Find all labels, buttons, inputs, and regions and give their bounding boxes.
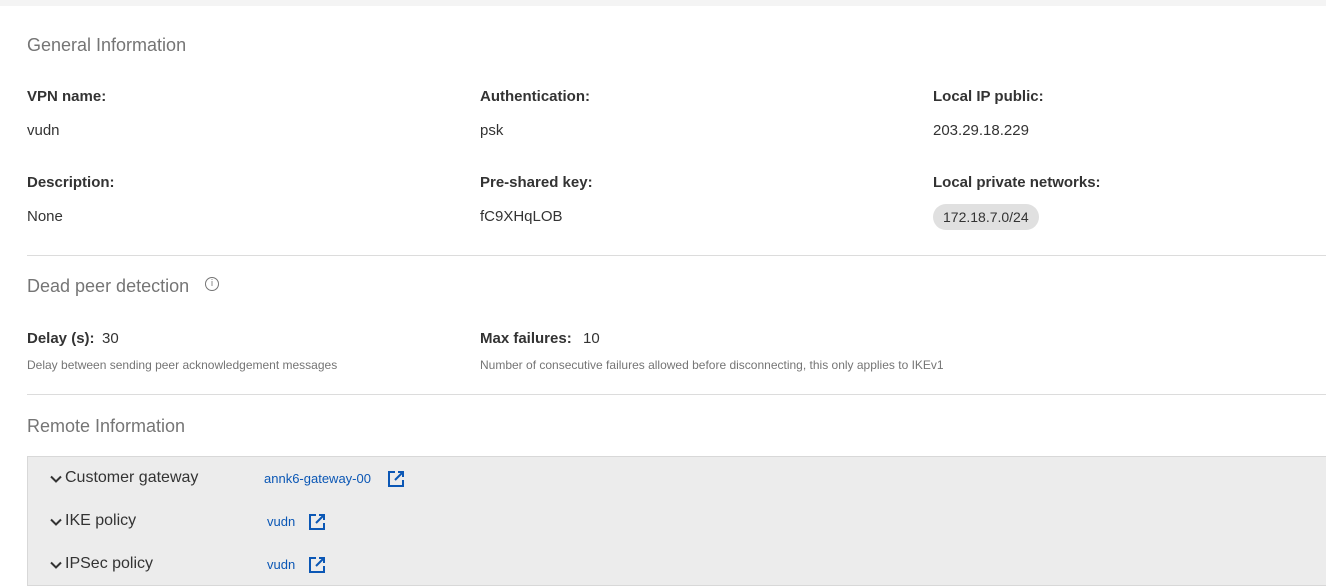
pre-shared-key-label: Pre-shared key: [480,174,593,191]
external-link-icon[interactable] [307,555,327,575]
max-failures-label: Max failures: [480,330,572,347]
local-networks-label: Local private networks: [933,174,1101,191]
delay-value: 30 [102,330,119,347]
max-failures-hint: Number of consecutive failures allowed b… [480,358,944,372]
info-circle-icon[interactable]: i [205,277,219,291]
authentication-value: psk [480,122,504,139]
vpn-name-value: vudn [27,122,60,139]
max-failures-value: 10 [583,330,600,347]
remote-info-heading: Remote Information [27,416,186,436]
customer-gateway-row[interactable]: Customer gateway annk6-gateway-00 [28,464,1326,494]
external-link-icon[interactable] [386,469,406,489]
section-divider [27,255,1326,256]
section-divider [27,394,1326,395]
local-ip-label: Local IP public: [933,88,1044,105]
chevron-down-icon[interactable] [48,514,64,530]
chevron-down-icon[interactable] [48,557,64,573]
delay-label: Delay (s): [27,330,95,347]
local-ip-value: 203.29.18.229 [933,122,1029,139]
ike-policy-row[interactable]: IKE policy vudn [28,507,1326,537]
general-info-heading: General Information [27,35,187,55]
external-link-icon[interactable] [307,512,327,532]
customer-gateway-link[interactable]: annk6-gateway-00 [264,471,371,486]
authentication-label: Authentication: [480,88,590,105]
ike-policy-label: IKE policy [65,512,137,529]
ipsec-policy-row[interactable]: IPSec policy vudn [28,550,1326,580]
vpn-name-label: VPN name: [27,88,107,105]
local-network-chip: 172.18.7.0/24 [933,204,1039,230]
description-value: None [27,208,63,225]
top-strip [0,0,1326,6]
dpd-heading: Dead peer detection [27,276,190,296]
pre-shared-key-value: fC9XHqLOB [480,208,563,225]
remote-info-panel: Customer gateway annk6-gateway-00 IKE po… [27,456,1326,586]
description-label: Description: [27,174,115,191]
ipsec-policy-link[interactable]: vudn [267,557,295,572]
ike-policy-link[interactable]: vudn [267,514,295,529]
delay-hint: Delay between sending peer acknowledgeme… [27,358,338,372]
customer-gateway-label: Customer gateway [65,469,199,486]
ipsec-policy-label: IPSec policy [65,555,154,572]
chevron-down-icon[interactable] [48,471,64,487]
